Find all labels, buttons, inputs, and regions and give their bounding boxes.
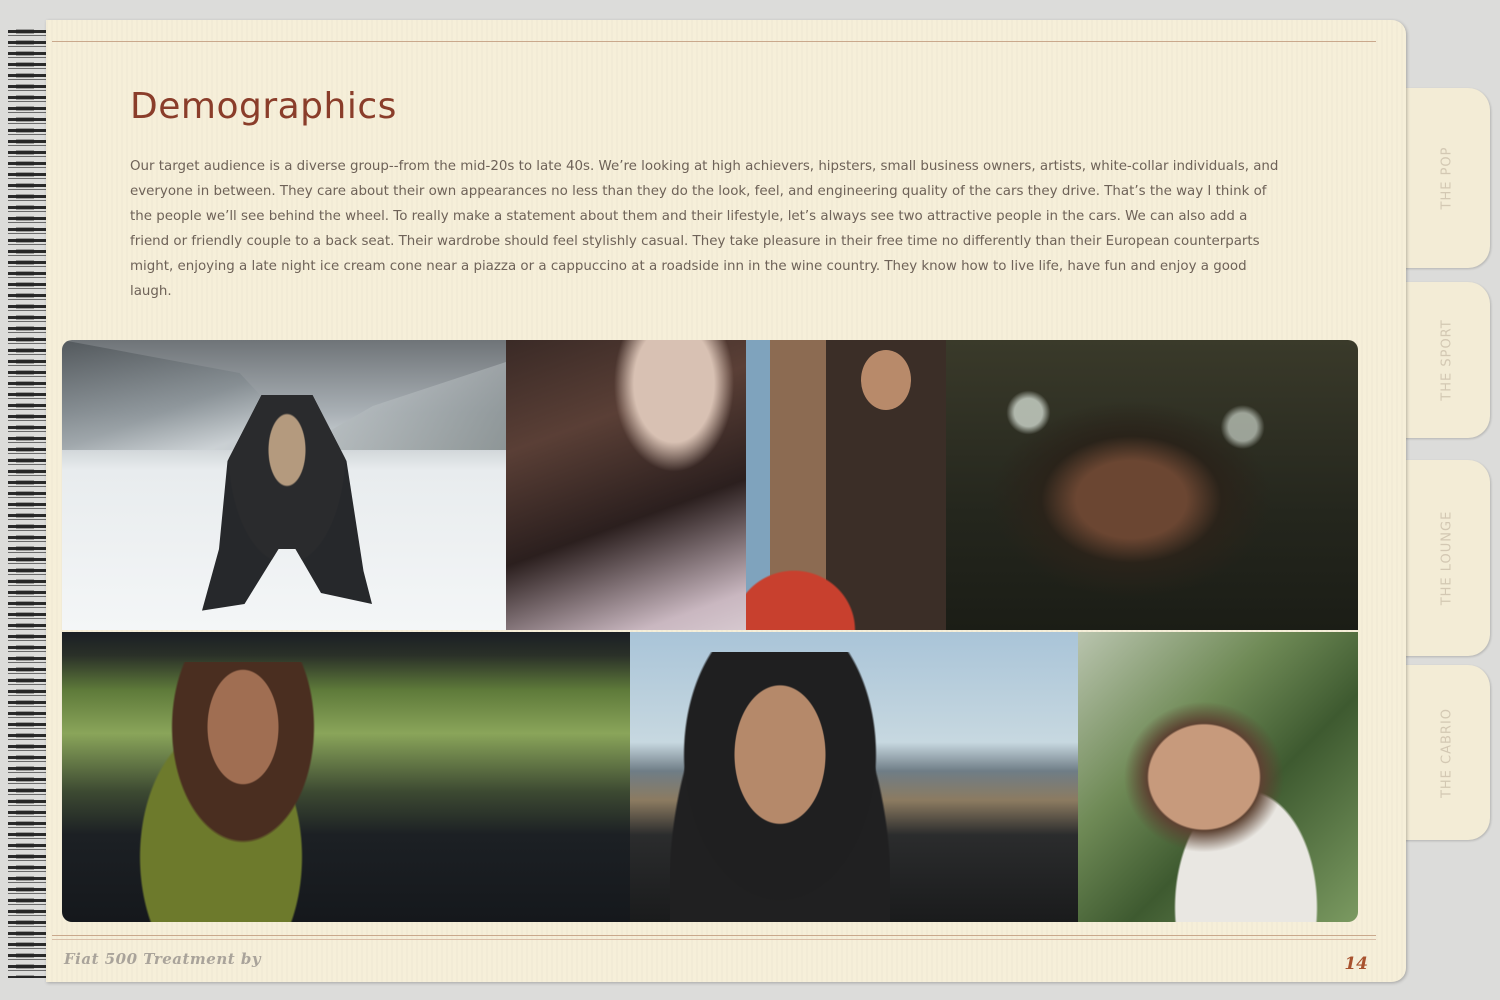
tab-the-cabrio[interactable]: THE CABRIO	[1404, 665, 1490, 840]
body-paragraph: Our target audience is a diverse group--…	[130, 159, 1279, 299]
bottom-rule	[52, 935, 1376, 936]
photo-man-street	[746, 340, 946, 630]
tab-label: THE LOUNGE	[1439, 510, 1455, 606]
page-title: Demographics	[130, 86, 397, 127]
photo-man-laughing	[1078, 632, 1358, 922]
photo-man-driving	[630, 632, 1078, 922]
tab-the-sport[interactable]: THE SPORT	[1404, 282, 1490, 438]
notebook-page: Demographics Our target audience is a di…	[46, 20, 1406, 982]
footer-brand: Fiat 500 Treatment by	[64, 950, 262, 968]
person-figure	[122, 662, 342, 922]
tab-the-pop[interactable]: THE POP	[1404, 88, 1490, 268]
tab-the-lounge[interactable]: THE LOUNGE	[1404, 460, 1490, 656]
photo-woman-passenger	[62, 632, 630, 922]
photo-man-in-snow	[62, 340, 506, 630]
tab-label: THE POP	[1439, 146, 1455, 210]
red-car	[746, 560, 866, 630]
tab-label: THE CABRIO	[1439, 707, 1455, 798]
photo-woman-night	[946, 340, 1358, 630]
spiral-binding	[8, 28, 48, 978]
tab-label: THE SPORT	[1439, 319, 1455, 401]
photo-woman-hair-closeup	[506, 340, 746, 630]
top-rule	[52, 41, 1376, 42]
bottom-rule	[52, 939, 1376, 940]
page-number: 14	[1344, 954, 1368, 974]
person-face	[861, 350, 911, 410]
person-figure	[670, 652, 890, 922]
